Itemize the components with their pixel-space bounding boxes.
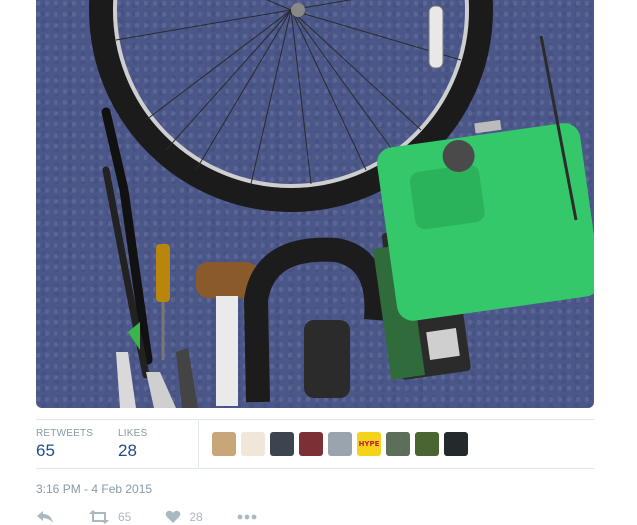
avatar-2[interactable] — [241, 432, 265, 456]
avatar-1[interactable] — [212, 432, 236, 456]
avatar-3[interactable] — [270, 432, 294, 456]
retweet-icon — [89, 510, 109, 524]
tweet-timestamp[interactable]: 3:16 PM - 4 Feb 2015 — [36, 482, 152, 496]
avatar-4[interactable] — [299, 432, 323, 456]
reply-icon — [37, 511, 53, 523]
tweet-photo[interactable] — [36, 0, 594, 408]
retweet-button[interactable]: 65 — [88, 510, 131, 524]
avatar-7[interactable] — [386, 432, 410, 456]
photo-illustration — [89, 0, 594, 408]
likes-count: 28 — [118, 441, 137, 460]
retweets-stat[interactable]: RETWEETS 65 — [36, 428, 93, 461]
tweet-actions: 65 28 — [36, 510, 291, 524]
liker-avatars: HYPE — [212, 432, 468, 456]
retweet-count: 65 — [118, 510, 132, 524]
tweet-stats: RETWEETS 65 LIKES 28 HYPE — [36, 419, 594, 469]
retweets-count: 65 — [36, 441, 55, 460]
avatar-6[interactable]: HYPE — [357, 432, 381, 456]
avatar-8[interactable] — [415, 432, 439, 456]
stats-divider — [198, 420, 199, 468]
likes-label: LIKES — [118, 428, 148, 439]
avatar-9[interactable] — [444, 432, 468, 456]
like-count: 28 — [189, 510, 203, 524]
more-button[interactable] — [237, 514, 257, 520]
retweets-label: RETWEETS — [36, 428, 94, 439]
avatar-5[interactable] — [328, 432, 352, 456]
more-icon — [237, 514, 257, 520]
reply-button[interactable] — [36, 510, 54, 524]
heart-icon — [166, 510, 181, 523]
like-button[interactable]: 28 — [165, 510, 203, 524]
likes-stat[interactable]: LIKES 28 — [118, 428, 147, 461]
